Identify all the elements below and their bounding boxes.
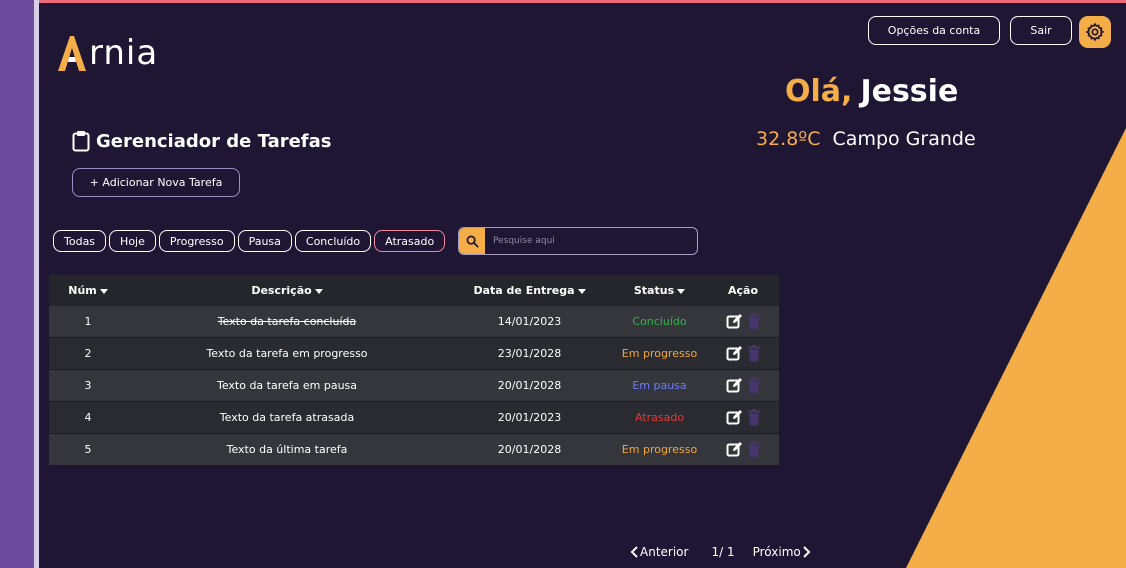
filter-late[interactable]: Atrasado (374, 230, 446, 252)
table-row: 4 Texto da tarefa atrasada 20/01/2023 At… (49, 401, 779, 434)
column-header-status[interactable]: Status (612, 275, 707, 306)
search-button[interactable] (459, 228, 485, 254)
edit-icon[interactable] (726, 313, 743, 330)
column-header-action: Ação (707, 275, 779, 306)
chevron-right-icon (803, 546, 811, 558)
cell-due-date: 20/01/2023 (447, 401, 612, 434)
logo-text: rnia (89, 33, 159, 73)
greeting-name: Jessie (860, 74, 959, 109)
cell-status: Concluído (612, 306, 707, 338)
cell-actions (707, 433, 779, 466)
temperature: 32.8ºC (756, 128, 821, 150)
cell-number: 2 (49, 337, 127, 370)
logout-button[interactable]: Sair (1010, 16, 1072, 45)
trash-icon[interactable] (747, 313, 761, 330)
filter-today[interactable]: Hoje (109, 230, 156, 252)
clipboard-icon (72, 131, 90, 152)
page-title-text: Gerenciador de Tarefas (96, 130, 332, 152)
greeting-hello: Olá, (785, 74, 853, 109)
logo-a-icon (58, 36, 86, 71)
pagination: Anterior 1/ 1 Próximo (630, 545, 811, 559)
trash-icon[interactable] (747, 409, 761, 426)
sort-caret-icon (99, 288, 108, 294)
account-options-button[interactable]: Opções da conta (868, 16, 1000, 45)
cell-description: Texto da tarefa em pausa (127, 369, 447, 402)
cell-status: Em pausa (612, 369, 707, 402)
filter-done[interactable]: Concluído (294, 230, 372, 252)
search-input[interactable] (485, 235, 697, 247)
cell-due-date: 20/01/2028 (447, 369, 612, 402)
sort-caret-icon (577, 288, 586, 294)
column-header-due-date[interactable]: Data de Entrega (447, 275, 612, 306)
search-icon (466, 235, 478, 247)
cell-actions (707, 337, 779, 370)
row-actions (708, 313, 778, 330)
sort-caret-icon (314, 288, 323, 294)
cell-number: 3 (49, 369, 127, 402)
cell-description: Texto da tarefa atrasada (127, 401, 447, 434)
cell-actions (707, 369, 779, 402)
chevron-left-icon (630, 546, 638, 558)
filter-pause[interactable]: Pausa (237, 230, 292, 252)
trash-icon[interactable] (747, 441, 761, 458)
edit-icon[interactable] (726, 409, 743, 426)
logo: rnia (55, 34, 158, 72)
gear-icon (1085, 22, 1105, 42)
trash-icon[interactable] (747, 345, 761, 362)
filter-bar: Todas Hoje Progresso Pausa Concluído Atr… (53, 230, 446, 252)
edit-icon[interactable] (726, 377, 743, 394)
cell-actions (707, 401, 779, 434)
search-box (458, 227, 698, 255)
cell-description: Texto da tarefa em progresso (127, 337, 447, 370)
table-row: 5 Texto da última tarefa 20/01/2028 Em p… (49, 433, 779, 466)
table-row: 1 Texto da tarefa concluída 14/01/2023 C… (49, 306, 779, 338)
filter-all[interactable]: Todas (53, 230, 107, 252)
cell-status: Atrasado (612, 401, 707, 434)
row-actions (708, 441, 778, 458)
settings-button[interactable] (1079, 16, 1111, 48)
cell-due-date: 20/01/2028 (447, 433, 612, 466)
edit-icon[interactable] (726, 441, 743, 458)
row-actions (708, 377, 778, 394)
cell-due-date: 23/01/2028 (447, 337, 612, 370)
cell-actions (707, 306, 779, 338)
cell-status: Em progresso (612, 337, 707, 370)
city-name: Campo Grande (832, 128, 976, 150)
edit-icon[interactable] (726, 345, 743, 362)
pagination-prev[interactable]: Anterior (630, 545, 688, 559)
pagination-page-info: 1/ 1 (711, 545, 735, 559)
pagination-prev-label: Anterior (640, 545, 689, 559)
table-row: 2 Texto da tarefa em progresso 23/01/202… (49, 337, 779, 370)
cell-description: Texto da tarefa concluída (127, 306, 447, 338)
page-title: Gerenciador de Tarefas (72, 130, 332, 152)
cell-status: Em progresso (612, 433, 707, 466)
row-actions (708, 409, 778, 426)
filter-progress[interactable]: Progresso (158, 230, 235, 252)
tasks-table: Núm Descrição Data de Entrega Status Açã… (49, 275, 779, 466)
row-actions (708, 345, 778, 362)
pagination-next-label: Próximo (752, 545, 801, 559)
pagination-next[interactable]: Próximo (753, 545, 811, 559)
cell-number: 1 (49, 306, 127, 338)
column-header-number[interactable]: Núm (49, 275, 127, 306)
table-header-row: Núm Descrição Data de Entrega Status Açã… (49, 275, 779, 306)
table-row: 3 Texto da tarefa em pausa 20/01/2028 Em… (49, 369, 779, 402)
cell-description: Texto da última tarefa (127, 433, 447, 466)
weather-info: 32.8ºC Campo Grande (756, 128, 976, 150)
cell-number: 4 (49, 401, 127, 434)
cell-number: 5 (49, 433, 127, 466)
sort-caret-icon (677, 288, 686, 294)
column-header-description[interactable]: Descrição (127, 275, 447, 306)
trash-icon[interactable] (747, 377, 761, 394)
greeting: Olá, Jessie (785, 74, 958, 109)
add-task-button[interactable]: + Adicionar Nova Tarefa (72, 168, 240, 197)
cell-due-date: 14/01/2023 (447, 306, 612, 338)
